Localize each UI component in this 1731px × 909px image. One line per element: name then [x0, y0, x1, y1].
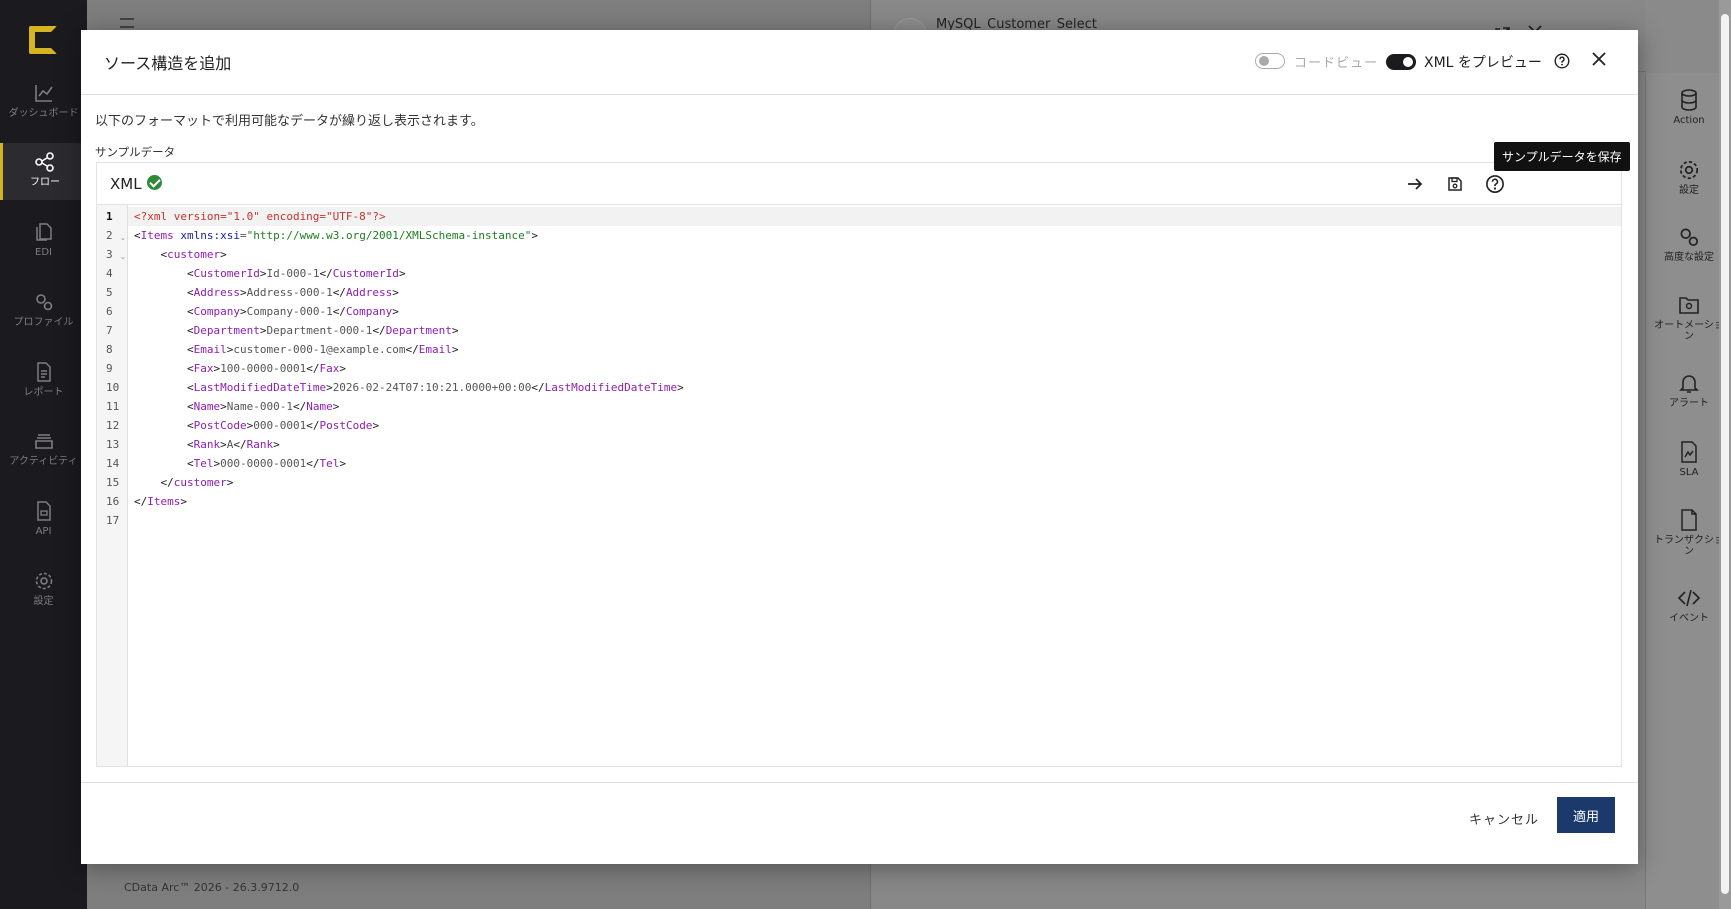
nav-item-label: アクティビティ	[9, 456, 78, 467]
code-line: <Department>Department-000-1</Department…	[186, 324, 459, 337]
database-icon	[1681, 89, 1697, 111]
nav-item-3[interactable]: プロファイル	[0, 291, 87, 328]
sample-data-label: サンプルデータ	[95, 145, 176, 159]
page-scrollbar[interactable]	[1719, 0, 1731, 909]
line-number: 16	[106, 495, 120, 508]
version-footer: CData Arc™ 2026 - 26.3.9712.0	[124, 881, 300, 894]
nav-item-label: API	[35, 526, 52, 537]
code-line: <Tel>000-0000-0001</Tel>	[186, 457, 346, 470]
hamburger-menu-icon[interactable]	[120, 18, 134, 28]
api-doc-icon	[36, 501, 51, 521]
dialog-description: 以下のフォーマットで利用可能なデータが繰り返し表示されます。	[95, 114, 484, 129]
editor-toolbar: XML サンプルデータを保存	[97, 142, 1630, 205]
share-nodes-icon	[35, 152, 54, 172]
stack-icon	[34, 434, 53, 449]
code-line: <Name>Name-000-1</Name>	[186, 400, 340, 413]
line-number: 11	[106, 400, 120, 413]
bell-icon	[1679, 375, 1699, 393]
save-sample-tooltip: サンプルデータを保存	[1494, 142, 1630, 171]
line-number: 7	[106, 324, 113, 337]
code-line: <Address>Address-000-1</Address>	[186, 286, 399, 299]
code-view-toggle[interactable]	[1255, 53, 1285, 69]
nav-item-label: 設定	[33, 596, 54, 607]
code-line: <PostCode>000-0001</PostCode>	[186, 419, 380, 432]
code-line: </Items>	[134, 495, 187, 508]
apply-button[interactable]: 適用	[1557, 797, 1615, 833]
code-line: <LastModifiedDateTime>2026-02-24T07:10:2…	[186, 381, 684, 394]
sample-data-editor: XML サンプルデータを保存 1 2 ⌄ 3 ⌄ 4 5 6 7 8 9 10 11 12 13 14 15 16…	[96, 142, 1630, 767]
cancel-button[interactable]: キャンセル	[1461, 803, 1547, 834]
dialog-title: ソース構造を追加	[104, 54, 232, 73]
editor-help-icon[interactable]	[1485, 174, 1505, 194]
valid-check-icon	[147, 175, 162, 190]
sla-doc-icon	[1681, 441, 1697, 463]
line-number: 12	[106, 419, 120, 432]
fold-chevron-icon[interactable]: ⌄	[120, 253, 126, 261]
line-number: 17	[106, 514, 120, 527]
code-line: <Email>customer-000-1@example.com</Email…	[186, 343, 459, 356]
nav-item-label: レポート	[23, 387, 64, 398]
line-number: 9	[106, 362, 113, 375]
line-number: 4	[106, 267, 113, 280]
nav-item-1[interactable]: フロー	[0, 143, 87, 200]
nav-item-0[interactable]: ダッシュボード	[0, 82, 87, 119]
folder-gear-icon	[1679, 297, 1699, 314]
help-icon[interactable]	[1554, 53, 1570, 73]
code-line: <Fax>100-0000-0001</Fax>	[186, 362, 346, 375]
code-view-label: コードビュー	[1294, 56, 1379, 71]
line-number-gutter: 1 2 ⌄ 3 ⌄ 4 5 6 7 8 9 10 11 12 13 14 15 16 17	[97, 205, 128, 766]
line-number: 10	[106, 381, 120, 394]
line-number: 8	[106, 343, 113, 356]
report-icon	[36, 362, 51, 382]
nav-item-label: ダッシュボード	[8, 108, 79, 119]
xml-preview-label: XML をプレビュー	[1424, 55, 1542, 71]
gears-icon	[35, 294, 52, 311]
line-number: 13	[106, 438, 120, 451]
nav-item-label: フロー	[30, 177, 60, 188]
nav-item-2[interactable]: EDI	[0, 221, 87, 258]
code-line: </customer>	[160, 476, 234, 489]
code-line: <Company>Company-000-1</Company>	[186, 305, 399, 318]
save-sample-icon[interactable]	[1445, 174, 1465, 194]
line-number: 14	[106, 457, 120, 470]
code-editor[interactable]: <?xml version="1.0" encoding="UTF-8"?> <I…	[128, 205, 1621, 766]
format-label: XML	[110, 175, 142, 193]
cdata-logo	[29, 26, 57, 54]
gears-icon	[1680, 228, 1699, 247]
nav-item-label: EDI	[35, 247, 52, 258]
left-navigation: ダッシュボード フロー EDI プロファイル レポートアクティビティ API 設定	[0, 0, 87, 909]
document-icon	[1681, 509, 1697, 531]
nav-item-label: プロファイル	[13, 317, 74, 328]
code-line: <Rank>A</Rank>	[186, 438, 280, 451]
nav-item-7[interactable]: 設定	[0, 570, 87, 607]
code-line: <?xml version="1.0" encoding="UTF-8"?>	[134, 210, 386, 223]
line-number: 6	[106, 305, 113, 318]
dialog-footer: キャンセル 適用	[81, 782, 1638, 864]
xml-preview-toggle[interactable]	[1386, 54, 1416, 70]
line-number: 15	[106, 476, 120, 489]
code-icon	[1677, 589, 1701, 607]
code-line: <Items xmlns:xsi="http://www.w3.org/2001…	[134, 229, 539, 242]
documents-icon	[35, 223, 52, 241]
close-icon[interactable]	[1591, 51, 1607, 71]
gear-icon	[1679, 160, 1699, 180]
add-source-structure-dialog: ソース構造を追加 コードビュー XML をプレビュー 以下のフォーマットで利用可…	[81, 30, 1638, 864]
nav-item-6[interactable]: API	[0, 500, 87, 537]
fold-chevron-icon[interactable]: ⌄	[120, 234, 126, 242]
code-line: <CustomerId>Id-000-1</CustomerId>	[186, 267, 406, 280]
nav-item-5[interactable]: アクティビティ	[0, 430, 87, 467]
arrow-right-icon[interactable]	[1405, 174, 1425, 194]
line-number: 5	[106, 286, 113, 299]
gear-icon	[35, 572, 52, 590]
nav-item-4[interactable]: レポート	[0, 361, 87, 398]
dialog-header: ソース構造を追加 コードビュー XML をプレビュー	[81, 30, 1638, 95]
chart-line-icon	[34, 85, 53, 102]
code-line: <customer>	[160, 248, 227, 261]
line-number: 1	[106, 210, 113, 223]
scrollbar-thumb[interactable]	[1721, 14, 1729, 894]
